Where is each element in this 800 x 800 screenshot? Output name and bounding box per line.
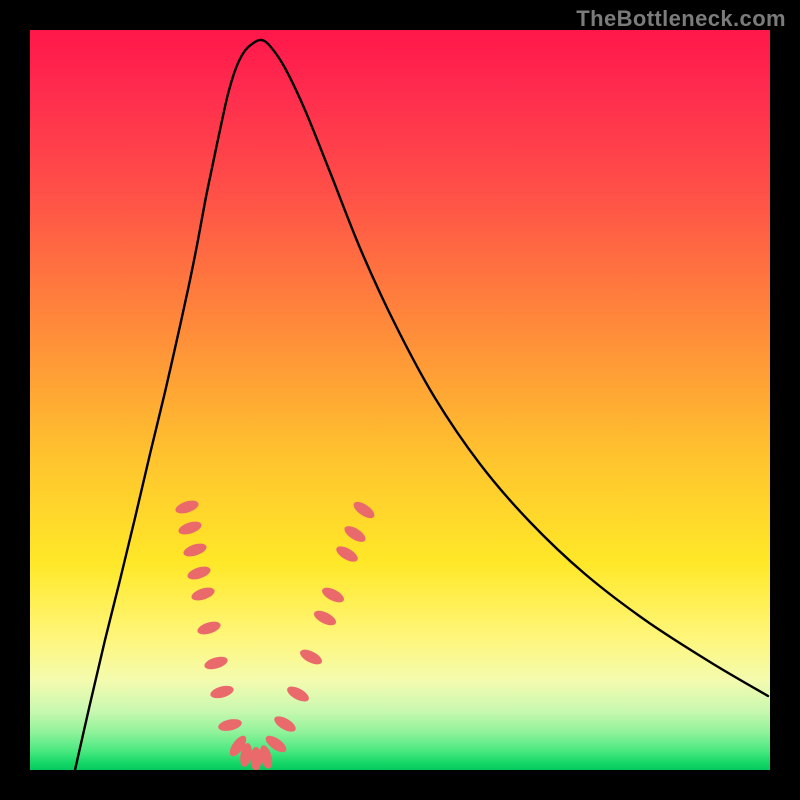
plot-area (30, 30, 770, 770)
curve-marker (182, 541, 208, 559)
curve-markers (174, 498, 377, 770)
curve-marker (217, 717, 243, 733)
curve-marker (351, 499, 377, 522)
curve-marker (320, 585, 346, 606)
curve-marker (177, 519, 203, 537)
curve-marker (251, 747, 262, 770)
curve-marker (334, 543, 360, 565)
watermark-text: TheBottleneck.com (576, 6, 786, 32)
bottleneck-curve (75, 40, 768, 770)
curve-marker (342, 523, 368, 545)
curve-marker (312, 608, 338, 628)
curve-marker (285, 684, 311, 705)
curve-marker (272, 713, 298, 735)
black-frame: TheBottleneck.com (0, 0, 800, 800)
curve-marker (196, 619, 222, 637)
curve-marker (190, 585, 216, 603)
curve-marker (186, 564, 212, 582)
curve-marker (298, 647, 324, 668)
curve-marker (174, 498, 200, 516)
curve-marker (209, 684, 235, 701)
curve-marker (203, 654, 229, 671)
curve-layer (30, 30, 770, 770)
